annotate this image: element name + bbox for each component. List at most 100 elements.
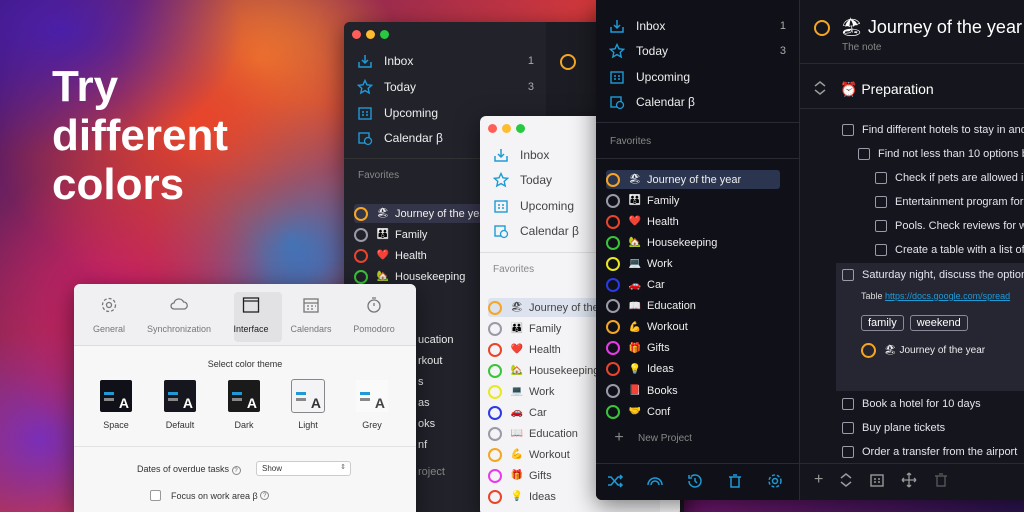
task-checkbox[interactable] bbox=[842, 124, 854, 136]
task-row[interactable]: Find different hotels to stay in and bbox=[842, 124, 1024, 136]
task-checkbox[interactable] bbox=[842, 446, 854, 458]
nav-upcoming[interactable]: Upcoming bbox=[492, 197, 574, 215]
collapse-icon[interactable] bbox=[813, 80, 827, 101]
help-icon[interactable]: ? bbox=[260, 491, 270, 500]
nav-inbox[interactable]: Inbox 1 bbox=[608, 17, 786, 35]
project-emoji: ❤️ bbox=[510, 344, 524, 355]
history-icon[interactable] bbox=[686, 472, 704, 495]
task-checkbox[interactable] bbox=[875, 220, 887, 232]
task-checkbox[interactable] bbox=[875, 244, 887, 256]
project-books-partial[interactable]: oks bbox=[418, 414, 458, 433]
shuffle-icon[interactable] bbox=[606, 472, 624, 495]
theme-name: Grey bbox=[362, 420, 382, 430]
nav-inbox[interactable]: Inbox 1 bbox=[356, 52, 534, 70]
task-checkbox[interactable] bbox=[842, 422, 854, 434]
project-conf[interactable]: 🤝 Conf bbox=[606, 402, 776, 421]
sync-rainbow-icon[interactable] bbox=[646, 472, 664, 495]
task-note-link[interactable]: https://docs.google.com/spread bbox=[885, 291, 1010, 301]
stopwatch-icon bbox=[365, 296, 383, 314]
move-icon[interactable] bbox=[901, 472, 917, 493]
plus-icon: + bbox=[614, 429, 624, 446]
project-car[interactable]: 🚗 Car bbox=[606, 276, 776, 295]
tag-weekend[interactable]: weekend bbox=[909, 315, 968, 331]
tab-general[interactable]: General bbox=[74, 296, 149, 334]
nav-today[interactable]: Today 3 bbox=[356, 78, 534, 96]
nav-calendar[interactable]: Calendar β bbox=[608, 93, 695, 111]
project-title: 🏖 Journey of the year bbox=[840, 17, 1022, 37]
add-task-icon[interactable]: + bbox=[814, 472, 823, 493]
new-project-partial[interactable]: roject bbox=[418, 462, 478, 481]
task-row[interactable]: Pools. Check reviews for w bbox=[875, 220, 1024, 232]
task-row[interactable]: Check if pets are allowed in bbox=[875, 172, 1024, 184]
collapse-icon[interactable] bbox=[839, 472, 853, 493]
project-family[interactable]: 👪 Family bbox=[606, 191, 776, 210]
expanded-task-card[interactable]: Saturday night, discuss the option Table… bbox=[836, 263, 1024, 391]
maximize-window-button[interactable] bbox=[516, 124, 525, 133]
project-health[interactable]: ❤️ Health bbox=[606, 212, 776, 231]
theme-light[interactable]: A Light bbox=[283, 379, 333, 430]
task-checkbox[interactable] bbox=[842, 269, 854, 281]
calendar-icon[interactable] bbox=[869, 472, 885, 493]
overdue-select[interactable]: Show ⇕ bbox=[256, 461, 351, 476]
project-partial[interactable]: s bbox=[418, 372, 458, 391]
project-journey-of-the-year[interactable]: 🏖 Journey of the year bbox=[606, 170, 780, 189]
task-row[interactable]: Book a hotel for 10 days bbox=[842, 398, 981, 410]
close-window-button[interactable] bbox=[488, 124, 497, 133]
project-gifts[interactable]: 🎁 Gifts bbox=[606, 339, 776, 358]
gear-icon bbox=[100, 296, 118, 314]
inbox-icon bbox=[608, 17, 626, 35]
maximize-window-button[interactable] bbox=[380, 30, 389, 39]
theme-space[interactable]: A Space bbox=[91, 380, 141, 430]
task-row[interactable]: Find not less than 10 options b bbox=[858, 148, 1024, 160]
project-work[interactable]: 💻 Work bbox=[606, 254, 776, 273]
task-row[interactable]: Buy plane tickets bbox=[842, 422, 945, 434]
theme-grey[interactable]: A Grey bbox=[347, 380, 397, 430]
project-workout[interactable]: 💪 Workout bbox=[606, 318, 776, 337]
task-row[interactable]: Create a table with a list of bbox=[875, 244, 1024, 256]
close-window-button[interactable] bbox=[352, 30, 361, 39]
task-project[interactable]: 🏖 Journey of the year bbox=[861, 343, 985, 358]
hero-line-2: different bbox=[52, 111, 228, 160]
minimize-window-button[interactable] bbox=[502, 124, 511, 133]
focus-checkbox[interactable] bbox=[150, 490, 161, 501]
tag-family[interactable]: family bbox=[861, 315, 904, 331]
nav-inbox[interactable]: Inbox bbox=[492, 146, 549, 164]
task-row[interactable]: Entertainment program for bbox=[875, 196, 1023, 208]
tab-synchronization[interactable]: Synchronization bbox=[139, 296, 219, 334]
gear-icon[interactable] bbox=[766, 472, 784, 495]
theme-default[interactable]: A Default bbox=[155, 380, 205, 430]
focus-option[interactable]: Focus on work area β ? bbox=[150, 490, 270, 501]
trash-icon[interactable] bbox=[726, 472, 744, 495]
project-ideas[interactable]: 💡 Ideas bbox=[606, 360, 776, 379]
task-ring-icon bbox=[560, 54, 576, 70]
nav-label: Inbox bbox=[636, 19, 666, 33]
project-education[interactable]: 📖 Education bbox=[606, 297, 776, 316]
minimize-window-button[interactable] bbox=[366, 30, 375, 39]
calendar-icon bbox=[302, 296, 320, 314]
nav-today[interactable]: Today 3 bbox=[608, 42, 786, 60]
task-row[interactable]: Saturday night, discuss the option bbox=[842, 269, 1024, 281]
task-checkbox[interactable] bbox=[858, 148, 870, 160]
project-emoji: 💪 bbox=[628, 321, 642, 333]
nav-upcoming[interactable]: Upcoming bbox=[356, 104, 438, 122]
task-row[interactable]: Order a transfer from the airport bbox=[842, 446, 1017, 458]
theme-dark[interactable]: A Dark bbox=[219, 380, 269, 430]
task-ring-icon[interactable] bbox=[814, 20, 830, 36]
project-housekeeping[interactable]: 🏡 Housekeeping bbox=[606, 233, 776, 252]
project-name: Journey of the year bbox=[395, 207, 490, 220]
tab-pomodoro[interactable]: Pomodoro bbox=[334, 296, 414, 334]
task-checkbox[interactable] bbox=[875, 172, 887, 184]
project-partial[interactable]: as bbox=[418, 393, 458, 412]
hero-line-3: colors bbox=[52, 160, 185, 209]
nav-calendar[interactable]: Calendar β bbox=[492, 222, 579, 240]
project-books[interactable]: 📕 Books bbox=[606, 381, 776, 400]
help-icon[interactable]: ? bbox=[231, 466, 241, 475]
nav-calendar[interactable]: Calendar β bbox=[356, 129, 443, 147]
nav-today[interactable]: Today bbox=[492, 171, 552, 189]
trash-icon[interactable] bbox=[933, 472, 949, 493]
nav-upcoming[interactable]: Upcoming bbox=[608, 68, 690, 86]
project-conf-partial[interactable]: nf bbox=[418, 435, 458, 454]
new-project-button[interactable]: + New Project bbox=[610, 429, 692, 447]
task-checkbox[interactable] bbox=[875, 196, 887, 208]
task-checkbox[interactable] bbox=[842, 398, 854, 410]
